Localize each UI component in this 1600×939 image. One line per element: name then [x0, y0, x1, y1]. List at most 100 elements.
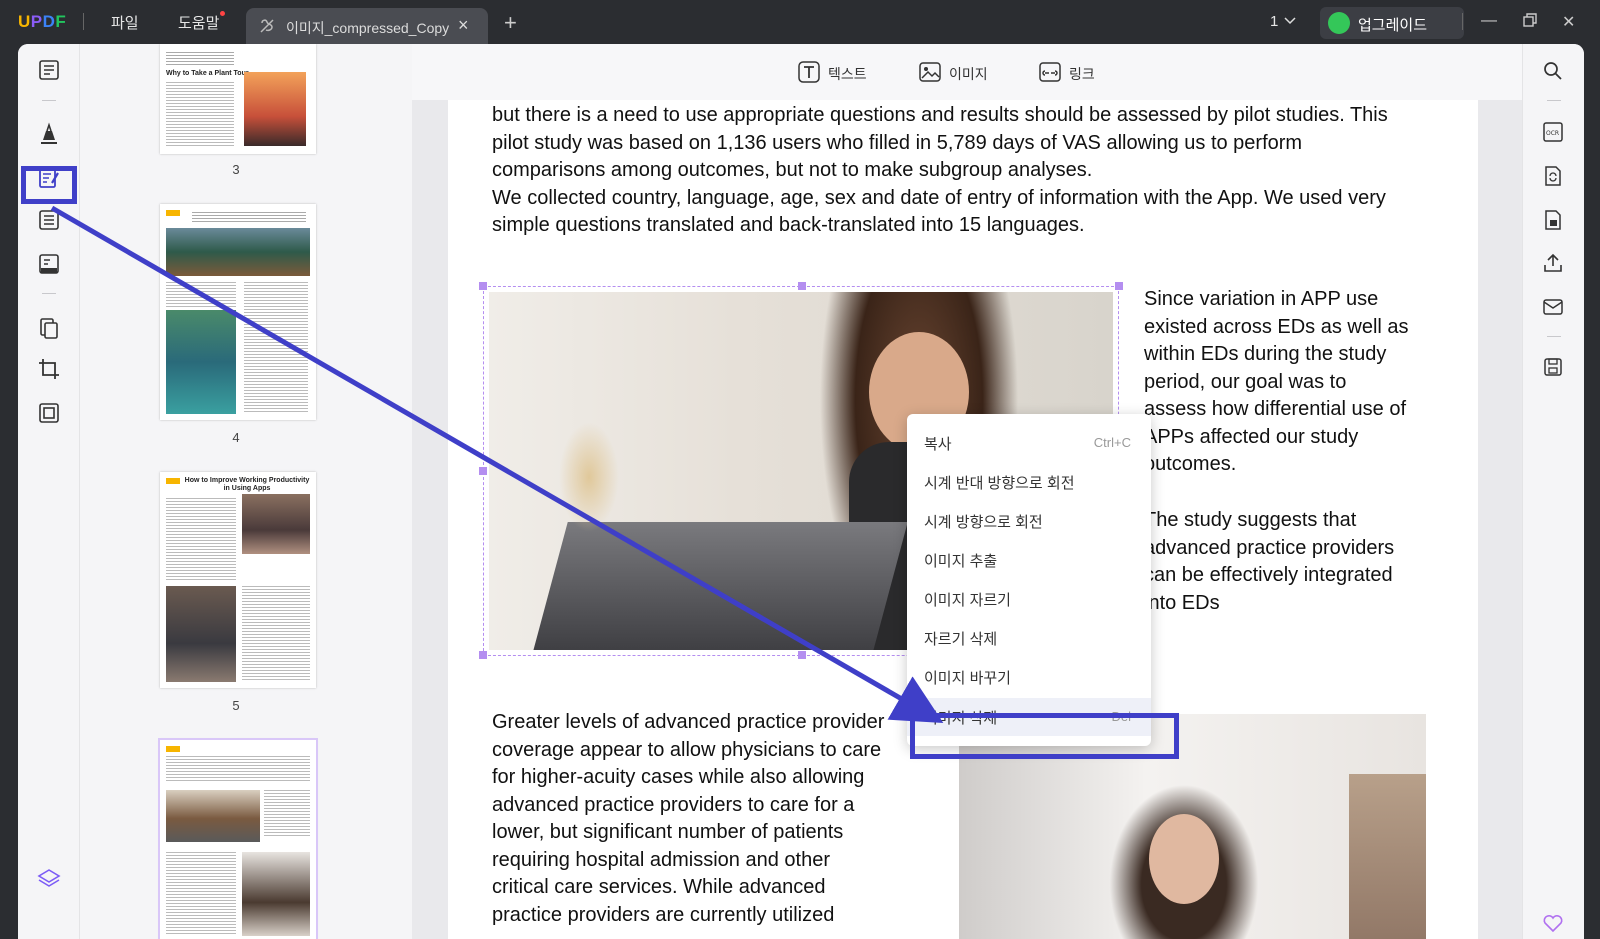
menu-help-label: 도움말	[178, 15, 220, 32]
menu-label: 자르기 삭제	[924, 631, 998, 648]
svg-text:OCR: OCR	[1546, 130, 1559, 137]
avatar-icon	[1328, 12, 1350, 34]
resize-handle[interactable]	[479, 282, 487, 290]
new-tab-icon[interactable]: +	[504, 10, 517, 36]
tab-title: 이미지_compressed_Copy	[286, 20, 450, 36]
thumb-lake-image	[166, 228, 310, 276]
resize-handle[interactable]	[479, 651, 487, 659]
text-line: pilot study was based on 1,136 users who…	[492, 131, 1303, 154]
menu-item-extract-image[interactable]: 이미지 추출	[907, 541, 1151, 579]
page-count[interactable]: 1	[1270, 13, 1278, 30]
menu-label: 이미지 자르기	[924, 592, 1011, 609]
divider	[1547, 100, 1561, 101]
menu-item-replace-image[interactable]: 이미지 바꾸기	[907, 658, 1151, 696]
menu-item-rotate-cw[interactable]: 시계 방향으로 회전	[907, 502, 1151, 540]
text-line: period, our goal was to	[1144, 370, 1347, 393]
paragraph-3[interactable]: The study suggests that advanced practic…	[1144, 507, 1419, 617]
thumbnail-page-6[interactable]	[158, 738, 318, 939]
thumb-logo	[166, 210, 180, 216]
thumb-office-image	[242, 494, 310, 554]
comment-highlighter-icon[interactable]	[37, 122, 61, 146]
text-line: critical care services. While advanced	[492, 876, 826, 898]
heart-icon[interactable]	[1542, 912, 1564, 934]
page-label: 3	[232, 162, 240, 177]
thumb-heading: How to Improve Working Productivity in U…	[184, 477, 310, 492]
thumb-text-lines	[166, 852, 236, 936]
thumbnail-panel: Why to Take a Plant Tour 3 4 How to Impr…	[80, 44, 412, 939]
resize-handle[interactable]	[798, 651, 806, 659]
convert-icon[interactable]	[1542, 165, 1564, 187]
fill-sign-icon[interactable]	[37, 252, 61, 276]
right-toolbar: OCR	[1522, 44, 1584, 939]
page-tools-icon[interactable]	[37, 401, 61, 425]
thumb-heading: Why to Take a Plant Tour	[166, 70, 249, 77]
lamp-shape	[559, 422, 619, 532]
thumb-text-lines	[166, 52, 234, 66]
text-icon	[798, 61, 820, 83]
thumbnail-page-5[interactable]: How to Improve Working Productivity in U…	[160, 472, 316, 688]
reader-icon[interactable]	[37, 58, 61, 82]
thumb-logo	[166, 478, 180, 484]
updf-logo: UPDF	[18, 12, 67, 31]
close-tab-icon[interactable]: ×	[458, 15, 469, 36]
text-line: within EDs during the study	[1144, 343, 1387, 365]
menu-file[interactable]: 파일	[111, 12, 139, 33]
organize-pages-icon[interactable]	[37, 316, 61, 340]
search-icon[interactable]	[1542, 60, 1564, 82]
chevron-down-icon[interactable]	[1284, 15, 1296, 27]
protect-icon[interactable]	[1542, 209, 1564, 231]
minimize-icon[interactable]: —	[1481, 12, 1497, 30]
layers-icon[interactable]	[37, 867, 61, 891]
crop-icon[interactable]	[37, 357, 61, 381]
text-line: The study suggests that	[1144, 509, 1357, 531]
text-line: Greater levels of advanced practice prov…	[492, 711, 885, 733]
thumb-text-lines	[244, 282, 308, 412]
paragraph-1[interactable]: but there is a need to use appropriate q…	[492, 102, 1426, 240]
highlight-box-delete-image	[910, 713, 1179, 759]
text-line: requiring hospital admission and other	[492, 848, 830, 871]
paragraph-4[interactable]: Greater levels of advanced practice prov…	[492, 709, 906, 929]
divider	[83, 13, 84, 30]
text-line: assess how differential use of	[1144, 398, 1407, 420]
thumbnail-page-4[interactable]	[160, 204, 316, 420]
menu-item-crop-image[interactable]: 이미지 자르기	[907, 580, 1151, 618]
email-icon[interactable]	[1542, 296, 1564, 318]
thumb-text-lines	[264, 790, 310, 836]
menu-label: 이미지 바꾸기	[924, 670, 1011, 687]
text-line: advanced practice providers to care for …	[492, 793, 855, 816]
menu-item-rotate-ccw[interactable]: 시계 반대 방향으로 회전	[907, 463, 1151, 501]
thumb-text-lines	[166, 498, 236, 580]
text-line: APPs affected our study	[1144, 425, 1359, 448]
thumb-logo	[166, 746, 180, 752]
share-icon[interactable]	[1542, 252, 1564, 274]
close-window-icon[interactable]: ✕	[1562, 12, 1575, 32]
divider	[42, 100, 56, 101]
menu-shortcut: Ctrl+C	[1093, 435, 1131, 450]
menu-item-delete-crop[interactable]: 자르기 삭제	[907, 619, 1151, 657]
save-icon[interactable]	[1542, 356, 1564, 378]
pdf-file-icon	[260, 19, 274, 33]
upgrade-button[interactable]: 업그레이드	[1320, 7, 1464, 39]
thumbnail-page-3[interactable]: Why to Take a Plant Tour	[160, 44, 316, 154]
text-line: advanced practice providers	[1144, 536, 1395, 559]
image-context-menu: 복사 Ctrl+C 시계 반대 방향으로 회전 시계 방향으로 회전 이미지 추출…	[907, 414, 1151, 746]
thumb-text-lines	[166, 82, 234, 148]
thumb-text-lines	[242, 586, 310, 682]
resize-handle[interactable]	[798, 282, 806, 290]
restore-icon[interactable]	[1522, 12, 1538, 33]
paragraph-2[interactable]: Since variation in APP use existed acros…	[1144, 286, 1419, 479]
text-line: into EDs	[1144, 591, 1220, 614]
divider	[1462, 13, 1463, 30]
resize-handle[interactable]	[479, 467, 487, 475]
ocr-icon[interactable]: OCR	[1542, 121, 1564, 143]
page-label: 4	[232, 430, 240, 445]
menu-help[interactable]: 도움말	[178, 11, 226, 33]
resize-handle[interactable]	[1115, 282, 1123, 290]
document-tab[interactable]: 이미지_compressed_Copy ×	[246, 8, 488, 44]
form-icon[interactable]	[37, 208, 61, 232]
menu-label: 시계 반대 방향으로 회전	[924, 475, 1075, 492]
menu-item-copy[interactable]: 복사 Ctrl+C	[907, 424, 1151, 462]
text-label: 텍스트	[828, 66, 867, 82]
chair-shape	[1349, 774, 1426, 939]
text-line: simple questions translated and back-tra…	[492, 214, 1085, 236]
